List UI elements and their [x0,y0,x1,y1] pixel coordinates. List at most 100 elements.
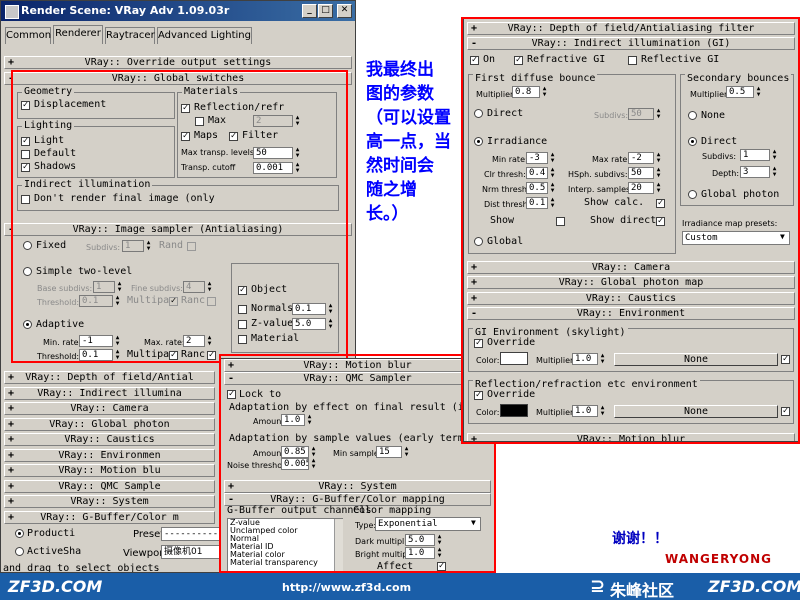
zvalue-spinner-icon[interactable]: ▲ ▼ [327,318,334,330]
minimize-button[interactable]: _ [302,4,317,18]
rollout-gbuffer-collapsed[interactable]: + VRay:: G-Buffer/Color m [4,511,215,524]
max-depth-field[interactable]: 2 [253,115,293,127]
secondary-subdivs-field[interactable]: 1 [740,149,770,161]
secondary-multiplier-field[interactable]: 0.5 [726,86,754,98]
rollout-caustics-collapsed[interactable]: + VRay:: Caustics [4,433,215,446]
dist-thresh-field[interactable]: 0.1 [526,197,548,209]
fixed-subdivs-field[interactable]: 1 [122,240,144,252]
rollout-dof-antialiasing[interactable]: + VRay:: Depth of field/Antialiasing filt… [467,22,795,35]
interp-samples-field[interactable]: 20 [628,182,654,194]
min-rate-field[interactable]: -1 [79,335,113,347]
gi-env-multiplier-spinner-icon[interactable]: ▲ ▼ [599,353,606,365]
nrm-thresh-field[interactable]: 0.5 [526,182,548,194]
fine-subdivs-spinner-icon[interactable]: ▲ ▼ [206,281,213,293]
checkbox-gi-on[interactable]: ✓ [470,56,479,65]
min-samples-spinner-icon[interactable]: ▲ ▼ [403,446,410,458]
rollout-photon-collapsed[interactable]: + VRay:: Global photon [4,418,215,431]
checkbox-lock-to[interactable]: ✓ [227,390,236,399]
checkbox-maps[interactable]: ✓ [181,132,190,141]
primary-multiplier-field[interactable]: 0.8 [512,86,540,98]
max-depth-spinner-icon[interactable]: ▲ ▼ [294,115,301,127]
checkbox-rand-adaptive[interactable]: ✓ [207,351,216,360]
radio-adaptive[interactable] [23,320,32,329]
secondary-depth-spinner-icon[interactable]: ▲ ▼ [771,166,778,178]
refl-env-multiplier-field[interactable]: 1.0 [572,405,598,417]
gi-env-color-swatch[interactable] [500,352,528,365]
noise-threshold-spinner-icon[interactable]: ▲ ▼ [310,458,317,470]
primary-multiplier-spinner-icon[interactable]: ▲ ▼ [541,86,548,98]
checkbox-displacement[interactable]: ✓ [21,101,30,110]
rollout-system[interactable]: + VRay:: System [224,480,491,493]
tab-advanced-lighting[interactable]: Advanced Lighting [157,27,252,44]
checkbox-multipass-adaptive[interactable]: ✓ [169,351,178,360]
dark-multiplier-field[interactable]: 5.0 [405,534,435,546]
normals-spinner-icon[interactable]: ▲ ▼ [327,303,334,315]
radio-irradiance[interactable] [474,137,483,146]
min-rate-spinner-icon[interactable]: ▲ ▼ [114,335,121,347]
rollout-caustics[interactable]: + VRay:: Caustics [467,292,795,305]
radio-secondary-global-photon[interactable] [688,190,697,199]
rollout-motion-blur[interactable]: + VRay:: Motion blur [467,433,795,441]
rollout-global-switches[interactable]: - VRay:: Global switches [4,72,352,85]
max-transp-spinner-icon[interactable]: ▲ ▼ [294,147,301,159]
checkbox-filter-maps[interactable]: ✓ [229,132,238,141]
refl-env-map-button[interactable]: None [614,405,778,418]
rollout-dof-collapsed[interactable]: + VRay:: Depth of field/Antial [4,371,215,384]
bright-multiplier-spinner-icon[interactable]: ▲ ▼ [436,547,443,559]
rollout-qmc-sampler[interactable]: - VRay:: QMC Sampler [224,372,491,385]
amount-effect-spinner-icon[interactable]: ▲ ▼ [306,414,313,426]
secondary-multiplier-spinner-icon[interactable]: ▲ ▼ [755,86,762,98]
checkbox-default-lights[interactable] [21,150,30,159]
rollout-motion-collapsed[interactable]: + VRay:: Motion blu [4,464,215,477]
radio-global-photon-primary[interactable] [474,237,483,246]
maximize-button[interactable]: □ [318,4,333,18]
bright-multiplier-field[interactable]: 1.0 [405,547,435,559]
list-item[interactable]: Material transparency [228,559,342,567]
rollout-indirect-collapsed[interactable]: + VRay:: Indirect illumina [4,387,215,400]
secondary-subdivs-spinner-icon[interactable]: ▲ ▼ [771,149,778,161]
irr-min-rate-spinner-icon[interactable]: ▲ ▼ [549,152,556,164]
checkbox-rand-simple[interactable] [207,297,216,306]
secondary-depth-field[interactable]: 3 [740,166,770,178]
clr-thresh-spinner-icon[interactable]: ▲ ▼ [549,167,556,179]
gbuffer-channels-list[interactable]: Z-value Unclamped color Normal Material … [227,518,343,572]
radio-fixed[interactable] [23,241,32,250]
checkbox-refl-env-map[interactable]: ✓ [781,407,790,416]
nrm-thresh-spinner-icon[interactable]: ▲ ▼ [549,182,556,194]
amount-values-field[interactable]: 0.85 [281,446,309,458]
checkbox-show-calc[interactable]: ✓ [656,199,665,208]
tab-common[interactable]: Common [5,27,51,44]
radio-secondary-none[interactable] [688,111,697,120]
checkbox-refractive-gi[interactable]: ✓ [514,56,523,65]
rollout-camera-collapsed[interactable]: + VRay:: Camera [4,402,215,415]
checkbox-zvalue[interactable] [238,320,247,329]
clr-thresh-field[interactable]: 0.4 [526,167,548,179]
threshold-simple-field[interactable]: 0.1 [79,295,113,307]
transp-cutoff-field[interactable]: 0.001 [253,162,293,174]
max-transp-levels-field[interactable]: 50 [253,147,293,159]
irr-max-rate-field[interactable]: -2 [628,152,654,164]
interp-samples-spinner-icon[interactable]: ▲ ▼ [655,182,662,194]
rollout-indirect-gi[interactable]: - VRay:: Indirect illumination (GI) [467,37,795,50]
max-rate-field[interactable]: 2 [183,335,205,347]
checkbox-light[interactable]: ✓ [21,137,30,146]
radio-primary-direct[interactable] [474,109,483,118]
refl-env-multiplier-spinner-icon[interactable]: ▲ ▼ [599,405,606,417]
transp-cutoff-spinner-icon[interactable]: ▲ ▼ [294,162,301,174]
checkbox-show-direct[interactable]: ✓ [656,217,665,226]
type-dropdown[interactable]: Exponential [375,517,481,531]
gi-env-multiplier-field[interactable]: 1.0 [572,353,598,365]
hsph-subdivs-field[interactable]: 50 [628,167,654,179]
min-samples-field[interactable]: 15 [376,446,402,458]
checkbox-multipass-simple[interactable]: ✓ [169,297,178,306]
primary-subdivs-field[interactable]: 50 [628,108,654,120]
checkbox-object-outline[interactable]: ✓ [238,286,247,295]
checkbox-affect[interactable]: ✓ [437,562,446,571]
close-button[interactable]: ✕ [337,4,352,18]
noise-threshold-field[interactable]: 0.005 [281,458,309,470]
checkbox-fixed-rand[interactable] [187,242,196,251]
threshold-simple-spinner-icon[interactable]: ▲ ▼ [114,295,121,307]
max-rate-spinner-icon[interactable]: ▲ ▼ [206,335,213,347]
refl-env-color-swatch[interactable] [500,404,528,417]
rollout-motion-blur-top[interactable]: + VRay:: Motion blur [224,359,491,372]
